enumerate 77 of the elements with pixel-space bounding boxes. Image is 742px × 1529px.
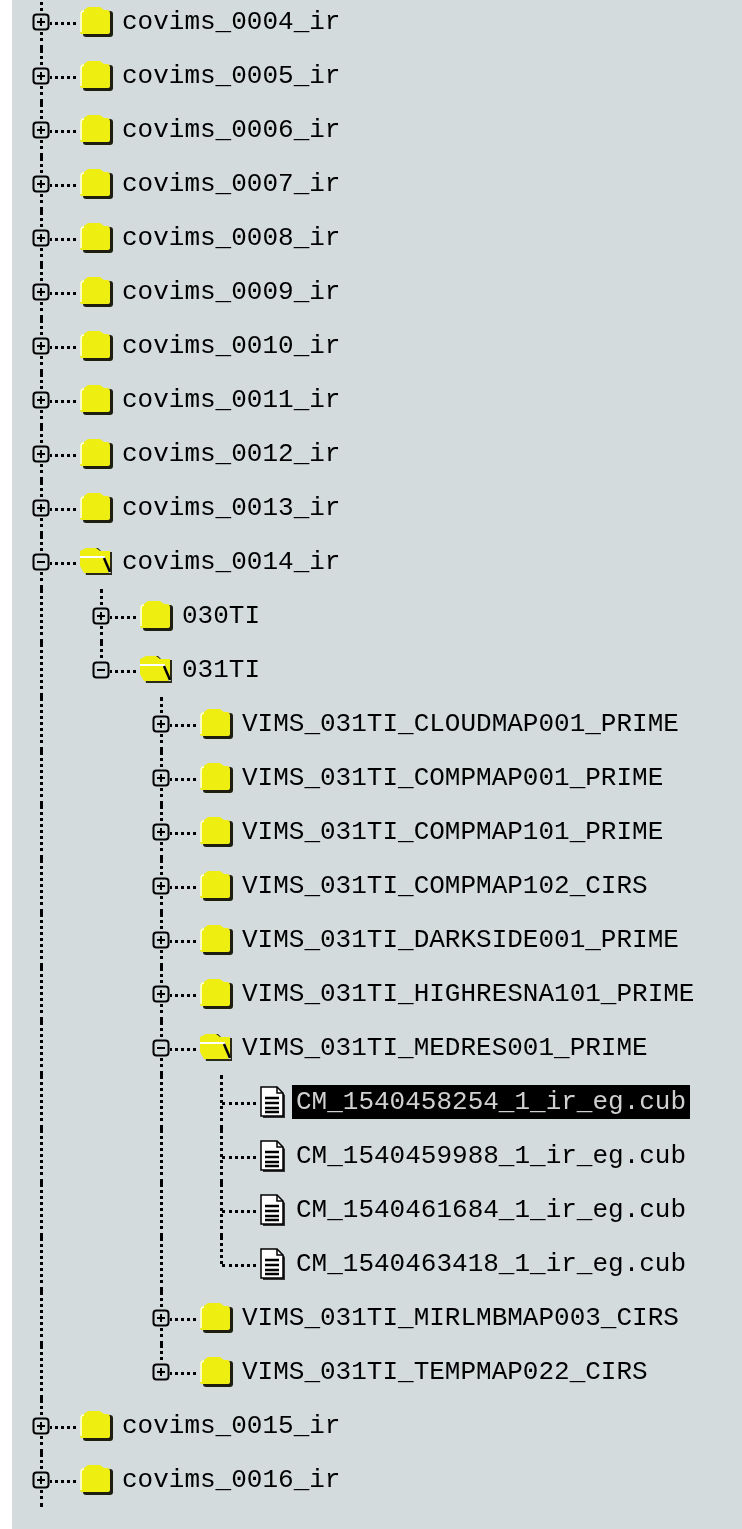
- folder-icon: [78, 222, 114, 254]
- folder-name[interactable]: VIMS_031TI_COMPMAP102_CIRS: [238, 869, 652, 903]
- expand-toggle-icon[interactable]: [32, 1417, 50, 1435]
- folder-icon: [198, 816, 234, 848]
- document-icon: [258, 1193, 288, 1227]
- folder-icon: [198, 924, 234, 956]
- folder-icon: [138, 600, 174, 632]
- expand-toggle-icon[interactable]: [32, 445, 50, 463]
- expand-toggle-icon[interactable]: [92, 607, 110, 625]
- folder-icon: [78, 6, 114, 38]
- folder-name[interactable]: covims_0011_ir: [118, 383, 345, 417]
- expand-toggle-icon[interactable]: [152, 823, 170, 841]
- folder-icon: [78, 276, 114, 308]
- folder-name[interactable]: covims_0006_ir: [118, 113, 345, 147]
- folder-name[interactable]: covims_0005_ir: [118, 59, 345, 93]
- folder-name[interactable]: covims_0010_ir: [118, 329, 345, 363]
- collapse-toggle-icon[interactable]: [92, 661, 110, 679]
- file-name[interactable]: CM_1540463418_1_ir_eg.cub: [292, 1247, 691, 1281]
- expand-toggle-icon[interactable]: [32, 67, 50, 85]
- folder-icon: [78, 1410, 114, 1442]
- folder-icon: [198, 978, 234, 1010]
- folder-icon: [198, 1356, 234, 1388]
- folder-icon: [78, 438, 114, 470]
- folder-icon: [78, 492, 114, 524]
- expand-toggle-icon[interactable]: [32, 121, 50, 139]
- folder-name[interactable]: covims_0009_ir: [118, 275, 345, 309]
- file-name[interactable]: CM_1540461684_1_ir_eg.cub: [292, 1193, 691, 1227]
- folder-icon: [78, 60, 114, 92]
- folder-name[interactable]: covims_0007_ir: [118, 167, 345, 201]
- folder-icon: [78, 114, 114, 146]
- folder-name[interactable]: VIMS_031TI_MEDRES001_PRIME: [238, 1031, 652, 1065]
- expand-toggle-icon[interactable]: [152, 1309, 170, 1327]
- folder-icon: [198, 870, 234, 902]
- folder-icon: [78, 330, 114, 362]
- document-icon: [258, 1139, 288, 1173]
- document-icon: [258, 1247, 288, 1281]
- collapse-toggle-icon[interactable]: [32, 553, 50, 571]
- folder-icon: [78, 384, 114, 416]
- expand-toggle-icon[interactable]: [152, 715, 170, 733]
- expand-toggle-icon[interactable]: [32, 337, 50, 355]
- folder-name[interactable]: VIMS_031TI_MIRLMBMAP003_CIRS: [238, 1301, 683, 1335]
- folder-name[interactable]: 031TI: [178, 653, 264, 687]
- expand-toggle-icon[interactable]: [32, 175, 50, 193]
- folder-name[interactable]: covims_0004_ir: [118, 5, 345, 39]
- expand-toggle-icon[interactable]: [152, 985, 170, 1003]
- folder-icon: [198, 708, 234, 740]
- folder-icon: [78, 168, 114, 200]
- expand-toggle-icon[interactable]: [32, 499, 50, 517]
- file-name[interactable]: CM_1540459988_1_ir_eg.cub: [292, 1139, 691, 1173]
- folder-name[interactable]: VIMS_031TI_CLOUDMAP001_PRIME: [238, 707, 683, 741]
- folder-name[interactable]: covims_0012_ir: [118, 437, 345, 471]
- expand-toggle-icon[interactable]: [32, 229, 50, 247]
- expand-toggle-icon[interactable]: [152, 1363, 170, 1381]
- folder-icon: [78, 1464, 114, 1496]
- expand-toggle-icon[interactable]: [32, 13, 50, 31]
- expand-toggle-icon[interactable]: [152, 931, 170, 949]
- folder-name[interactable]: covims_0013_ir: [118, 491, 345, 525]
- folder-name[interactable]: VIMS_031TI_TEMPMAP022_CIRS: [238, 1355, 652, 1389]
- folder-name[interactable]: VIMS_031TI_COMPMAP001_PRIME: [238, 761, 668, 795]
- folder-icon: [198, 762, 234, 794]
- expand-toggle-icon[interactable]: [152, 877, 170, 895]
- expand-toggle-icon[interactable]: [32, 391, 50, 409]
- folder-name[interactable]: covims_0015_ir: [118, 1409, 345, 1443]
- folder-icon: [198, 1302, 234, 1334]
- folder-name[interactable]: VIMS_031TI_COMPMAP101_PRIME: [238, 815, 668, 849]
- expand-toggle-icon[interactable]: [32, 283, 50, 301]
- collapse-toggle-icon[interactable]: [152, 1039, 170, 1057]
- folder-name[interactable]: 030TI: [178, 599, 264, 633]
- folder-name[interactable]: covims_0008_ir: [118, 221, 345, 255]
- expand-toggle-icon[interactable]: [32, 1471, 50, 1489]
- folder-name[interactable]: VIMS_031TI_DARKSIDE001_PRIME: [238, 923, 683, 957]
- folder-name[interactable]: covims_0016_ir: [118, 1463, 345, 1497]
- document-icon: [258, 1085, 288, 1119]
- expand-toggle-icon[interactable]: [152, 769, 170, 787]
- folder-name[interactable]: covims_0014_ir: [118, 545, 345, 579]
- folder-name[interactable]: VIMS_031TI_HIGHRESNA101_PRIME: [238, 977, 699, 1011]
- file-name[interactable]: CM_1540458254_1_ir_eg.cub: [292, 1085, 691, 1119]
